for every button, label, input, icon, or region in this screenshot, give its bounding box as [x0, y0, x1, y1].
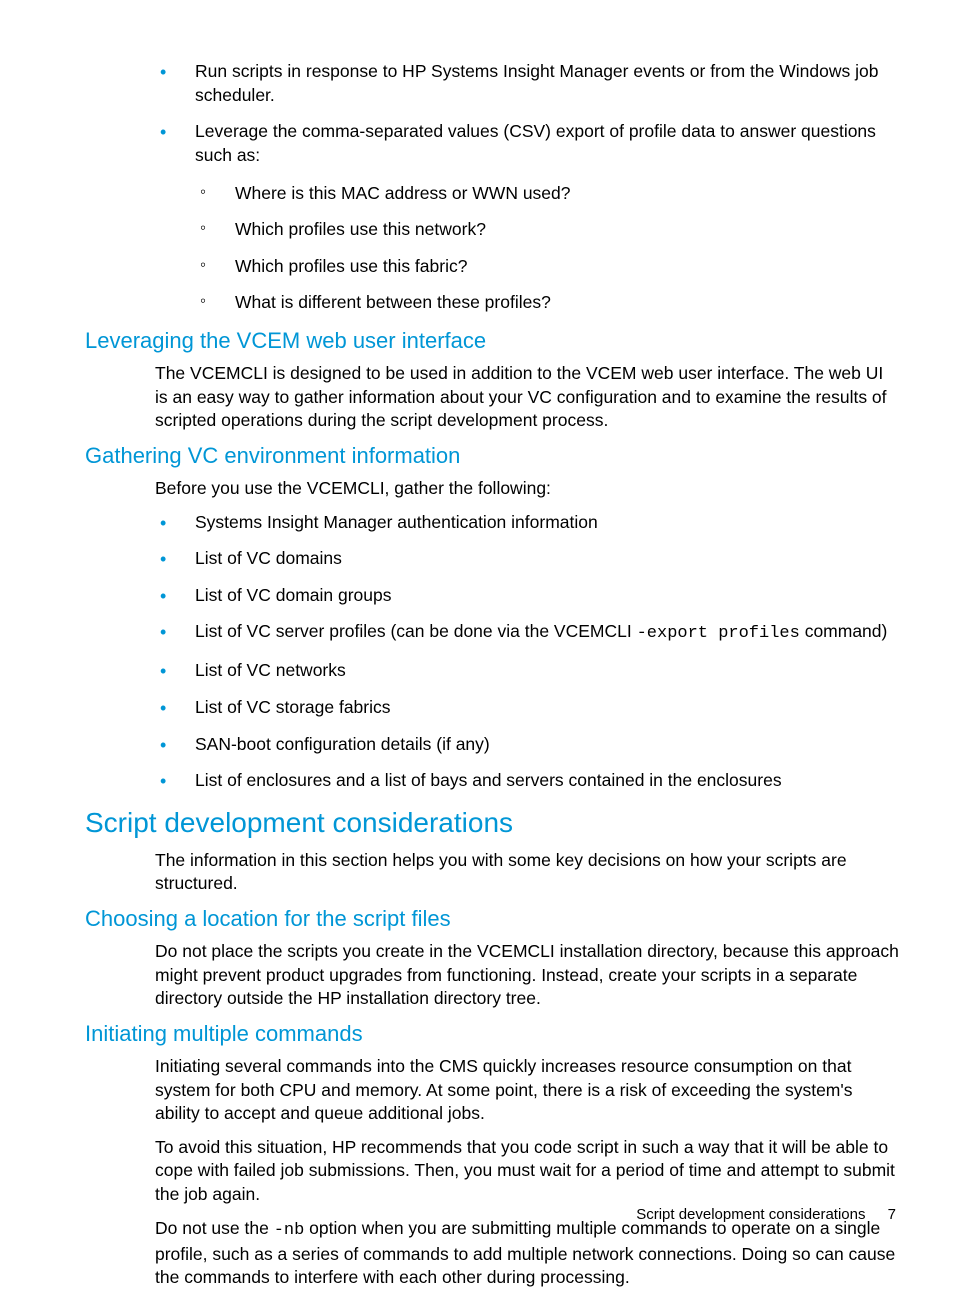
list-item: List of VC server profiles (can be done …: [160, 620, 900, 646]
paragraph: Do not use the -nb option when you are s…: [155, 1217, 900, 1290]
list-item: Run scripts in response to HP Systems In…: [160, 60, 900, 107]
list-item: List of VC storage fabrics: [160, 696, 900, 720]
code-text: -export profiles: [637, 624, 800, 643]
list-item: Where is this MAC address or WWN used?: [200, 182, 900, 206]
list-item: SAN-boot configuration details (if any): [160, 733, 900, 757]
list-item-text-post: command): [800, 621, 888, 641]
list-item: List of VC domain groups: [160, 584, 900, 608]
gather-bullet-list: Systems Insight Manager authentication i…: [160, 511, 900, 793]
list-item: Which profiles use this network?: [200, 218, 900, 242]
page-number: 7: [888, 1206, 896, 1223]
list-item: List of VC domains: [160, 547, 900, 571]
heading-initiating-multiple: Initiating multiple commands: [85, 1021, 900, 1047]
footer-section-title: Script development considerations: [636, 1206, 865, 1223]
list-item: What is different between these profiles…: [200, 291, 900, 315]
heading-leveraging-vcem: Leveraging the VCEM web user interface: [85, 328, 900, 354]
paragraph: The information in this section helps yo…: [155, 849, 900, 896]
list-item: Leverage the comma-separated values (CSV…: [160, 120, 900, 315]
list-item-text-pre: List of VC server profiles (can be done …: [195, 621, 637, 641]
paragraph: Initiating several commands into the CMS…: [155, 1055, 900, 1126]
paragraph: Before you use the VCEMCLI, gather the f…: [155, 477, 900, 501]
top-bullet-list: Run scripts in response to HP Systems In…: [160, 60, 900, 315]
heading-choosing-location: Choosing a location for the script files: [85, 906, 900, 932]
paragraph: Do not place the scripts you create in t…: [155, 940, 900, 1011]
sub-bullet-list: Where is this MAC address or WWN used? W…: [200, 182, 900, 316]
list-item: Which profiles use this fabric?: [200, 255, 900, 279]
paragraph: To avoid this situation, HP recommends t…: [155, 1136, 900, 1207]
paragraph-text-pre: Do not use the: [155, 1218, 274, 1238]
paragraph: The VCEMCLI is designed to be used in ad…: [155, 362, 900, 433]
page-content: Run scripts in response to HP Systems In…: [0, 0, 954, 1290]
list-item: Systems Insight Manager authentication i…: [160, 511, 900, 535]
list-item: List of VC networks: [160, 659, 900, 683]
heading-script-development: Script development considerations: [85, 807, 900, 839]
code-text: -nb: [274, 1221, 305, 1240]
page-footer: Script development considerations 7: [636, 1206, 896, 1223]
list-item: List of enclosures and a list of bays an…: [160, 769, 900, 793]
heading-gathering-vc: Gathering VC environment information: [85, 443, 900, 469]
list-item-text: Leverage the comma-separated values (CSV…: [195, 121, 876, 165]
